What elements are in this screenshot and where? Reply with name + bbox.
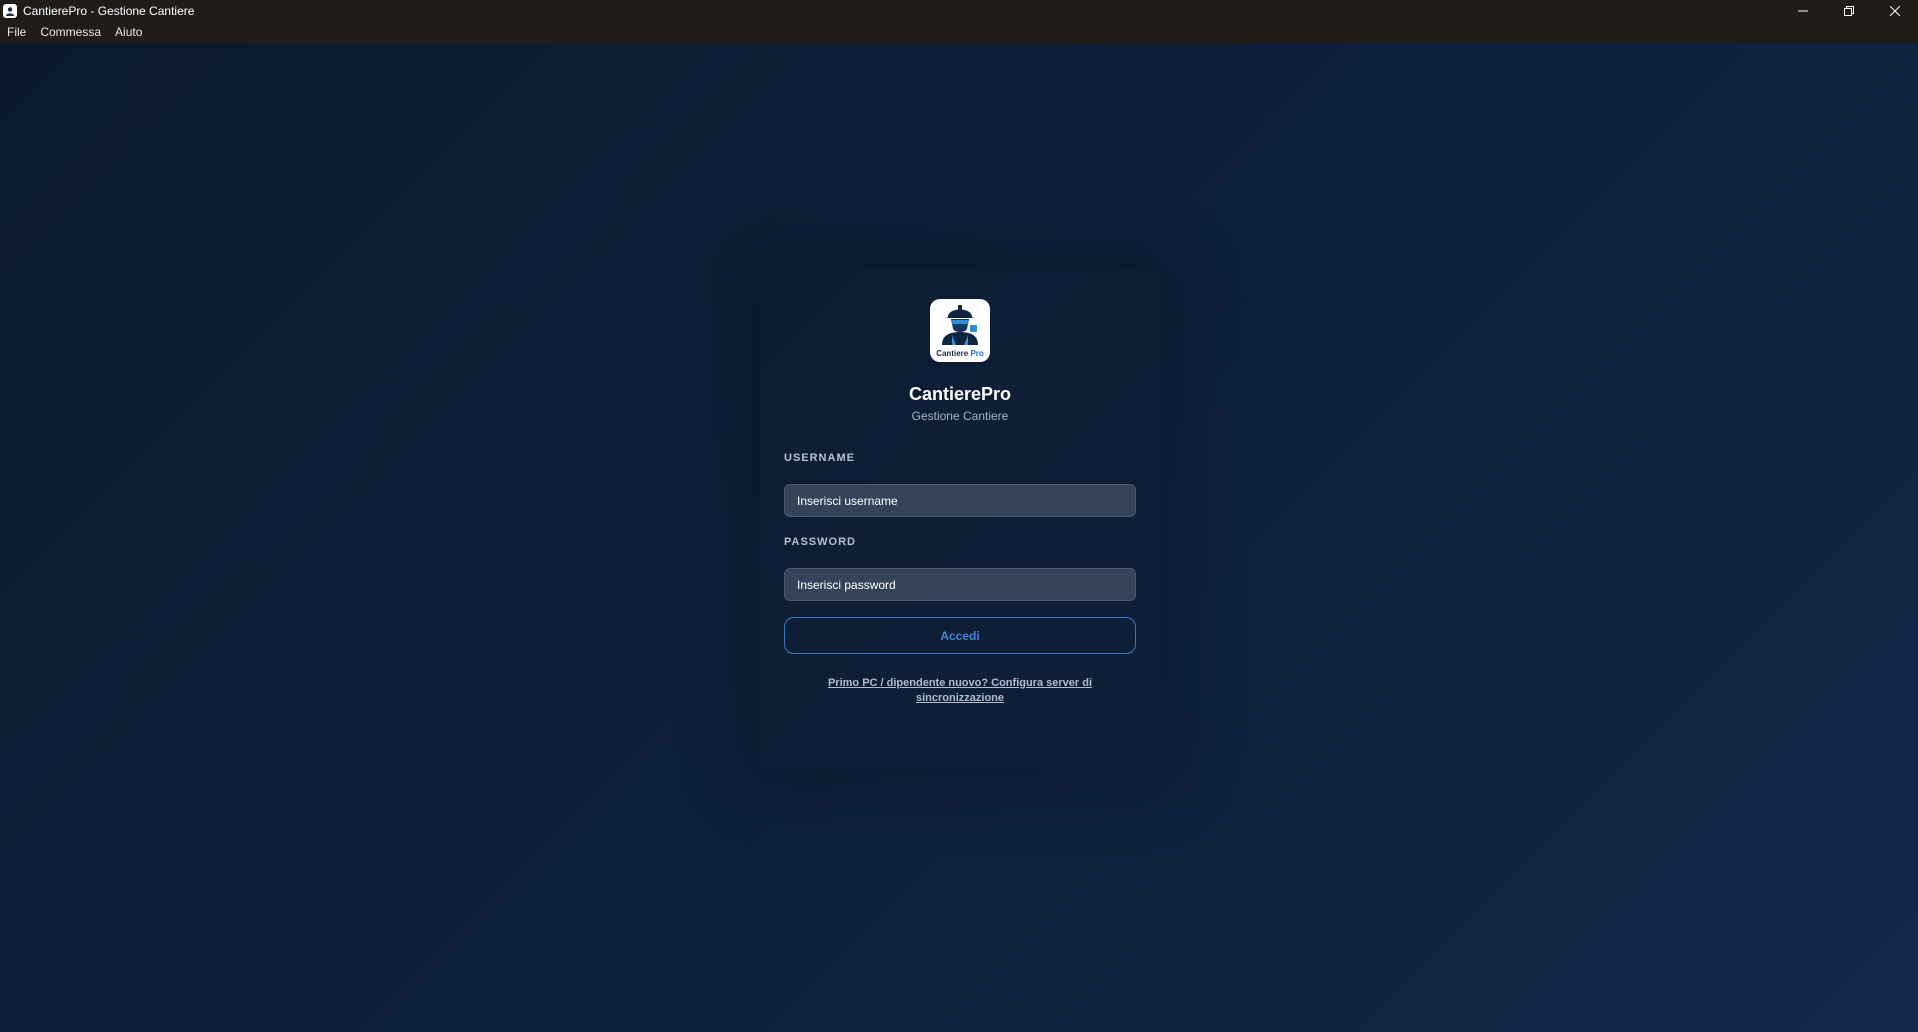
restore-icon (1844, 6, 1854, 16)
menu-bar: File Commessa Aiuto (0, 22, 1918, 43)
menu-commessa[interactable]: Commessa (33, 22, 108, 43)
password-label: PASSWORD (784, 536, 856, 548)
minimize-button[interactable] (1780, 0, 1826, 22)
title-bar[interactable]: CantierePro - Gestione Cantiere (0, 0, 1918, 22)
app-name: CantierePro (908, 384, 1012, 404)
window-controls (1780, 0, 1918, 22)
app-icon (3, 4, 17, 18)
password-input[interactable] (784, 568, 1136, 601)
restore-button[interactable] (1826, 0, 1872, 22)
minimize-icon (1798, 10, 1808, 12)
username-input[interactable] (784, 484, 1136, 517)
close-icon (1890, 6, 1900, 16)
menu-aiuto[interactable]: Aiuto (108, 22, 149, 43)
app-logo: Cantiere Pro (930, 299, 990, 362)
login-button[interactable]: Accedi (784, 617, 1136, 654)
worker-helmet-icon (942, 305, 978, 345)
configure-server-link[interactable]: Primo PC / dipendente nuovo? Configura s… (800, 676, 1120, 706)
menu-file[interactable]: File (0, 22, 33, 43)
logo-caption: Cantiere Pro (936, 349, 984, 358)
username-label: USERNAME (784, 452, 855, 464)
close-button[interactable] (1872, 0, 1918, 22)
app-subtitle: Gestione Cantiere (911, 409, 1009, 423)
window-title: CantierePro - Gestione Cantiere (23, 4, 195, 18)
